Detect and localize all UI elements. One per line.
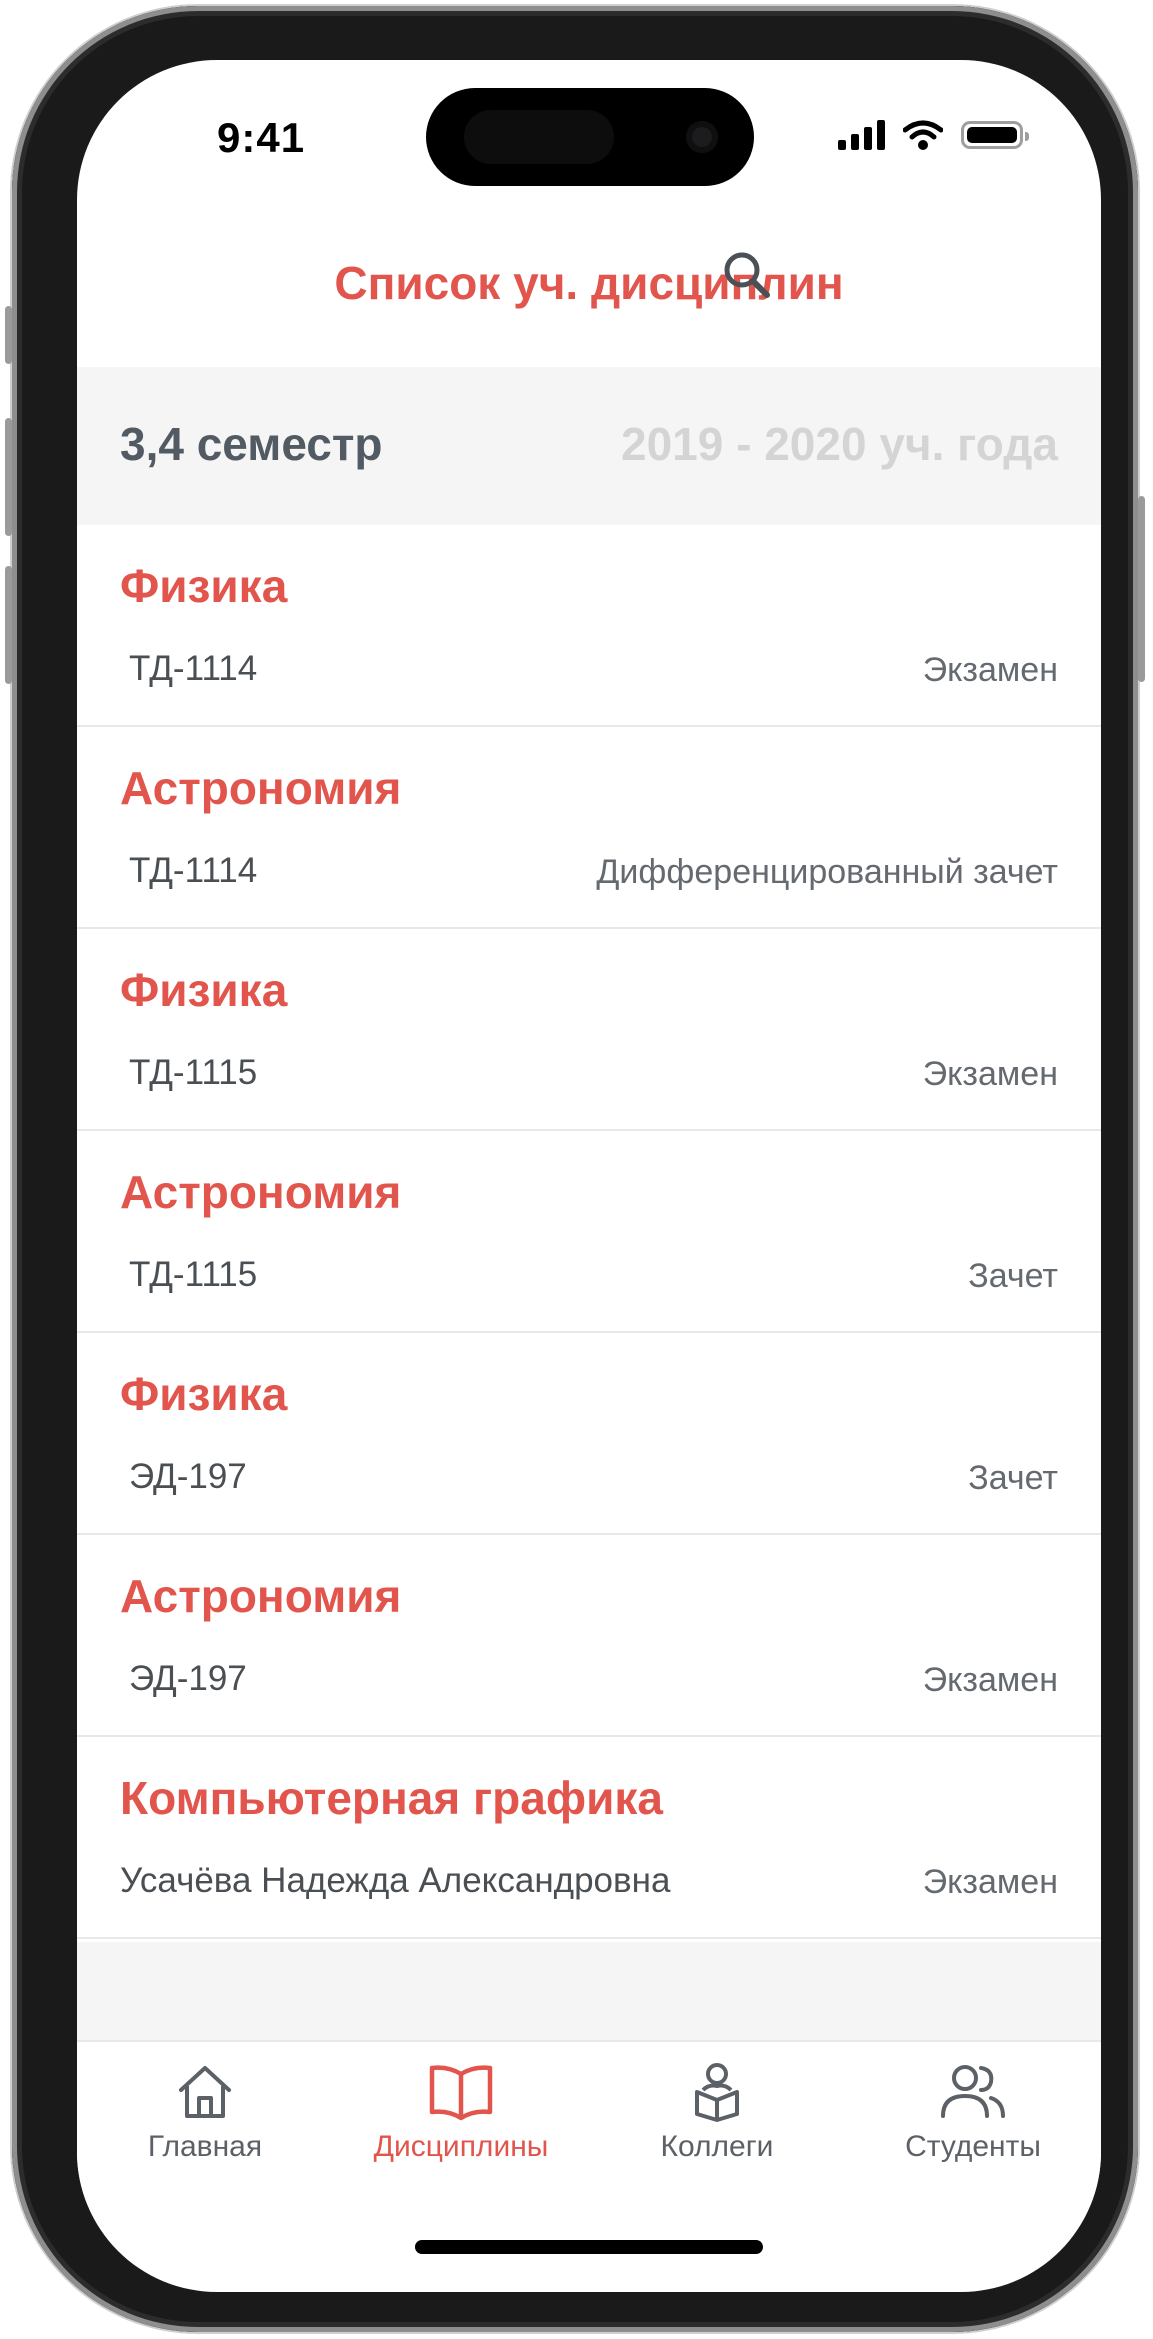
assessment-type: Экзамен xyxy=(922,651,1058,689)
signal-icon xyxy=(838,120,885,150)
book-icon xyxy=(429,2065,493,2121)
tab-bar: Главная Дисциплины Коллеги Студенты xyxy=(77,2044,1101,2204)
group-label: ЭД-197 xyxy=(129,1659,247,1698)
search-icon xyxy=(724,252,770,298)
phone-frame: 9:41 Список уч. дисциплин 3,4 семестр 20… xyxy=(5,6,1145,2332)
camera-icon xyxy=(686,121,718,153)
discipline-title: Астрономия xyxy=(120,1570,402,1622)
home-indicator[interactable] xyxy=(415,2240,763,2254)
tab-label: Студенты xyxy=(905,2130,1041,2163)
group-label: ЭД-197 xyxy=(129,1457,247,1496)
assessment-type: Экзамен xyxy=(922,1661,1058,1699)
assessment-type: Зачет xyxy=(968,1257,1058,1295)
tab-label: Коллеги xyxy=(660,2130,774,2163)
power-button xyxy=(1138,496,1145,682)
discipline-title: Астрономия xyxy=(120,762,402,814)
status-icons xyxy=(838,120,1029,150)
teacher-label: Усачёва Надежда Александровна xyxy=(120,1861,671,1900)
assessment-type: Дифференцированный зачет xyxy=(596,853,1058,891)
discipline-title: Физика xyxy=(120,1368,288,1420)
tab-label: Дисциплины xyxy=(373,2130,549,2163)
list-item[interactable]: Физика ТД-1115 Экзамен xyxy=(77,929,1101,1131)
list-item[interactable]: Физика ЭД-197 Зачет xyxy=(77,1333,1101,1535)
tab-disciplines[interactable]: Дисциплины xyxy=(333,2060,589,2164)
semester-bar: 3,4 семестр 2019 - 2020 уч. года xyxy=(77,367,1101,525)
disciplines-list: Физика ТД-1114 Экзамен Астрономия ТД-111… xyxy=(77,525,1101,1939)
list-item[interactable]: Физика ТД-1114 Экзамен xyxy=(77,525,1101,727)
group-label: ТД-1114 xyxy=(129,649,258,688)
tab-students[interactable]: Студенты xyxy=(845,2060,1101,2164)
dynamic-island xyxy=(426,88,754,186)
group-label: ТД-1115 xyxy=(129,1255,258,1294)
group-label: ТД-1115 xyxy=(129,1053,258,1092)
volume-up-button xyxy=(5,418,12,536)
list-empty-area xyxy=(77,1942,1101,2042)
list-item[interactable]: Астрономия ЭД-197 Экзамен xyxy=(77,1535,1101,1737)
volume-down-button xyxy=(5,566,12,684)
assessment-type: Экзамен xyxy=(922,1863,1058,1901)
app-screen: 9:41 Список уч. дисциплин 3,4 семестр 20… xyxy=(77,60,1101,2292)
silent-switch xyxy=(5,306,12,364)
list-item[interactable]: Астрономия ТД-1114 Дифференцированный за… xyxy=(77,727,1101,929)
assessment-type: Зачет xyxy=(968,1459,1058,1497)
tab-home[interactable]: Главная xyxy=(77,2060,333,2164)
discipline-title: Физика xyxy=(120,964,288,1016)
home-icon xyxy=(179,2066,231,2118)
discipline-title: Физика xyxy=(120,560,288,612)
wifi-icon xyxy=(903,120,943,150)
group-label: ТД-1114 xyxy=(129,851,258,890)
battery-icon xyxy=(961,121,1029,149)
tab-colleagues[interactable]: Коллеги xyxy=(589,2060,845,2164)
search-button[interactable] xyxy=(717,245,779,307)
discipline-title: Компьютерная графика xyxy=(120,1772,663,1824)
page-title: Список уч. дисциплин xyxy=(334,257,844,309)
status-time: 9:41 xyxy=(217,114,306,161)
semester-label: 3,4 семестр xyxy=(120,418,383,470)
list-item[interactable]: Компьютерная графика Усачёва Надежда Але… xyxy=(77,1737,1101,1939)
discipline-title: Астрономия xyxy=(120,1166,402,1218)
academic-year-label: 2019 - 2020 уч. года xyxy=(621,418,1058,470)
list-item[interactable]: Астрономия ТД-1115 Зачет xyxy=(77,1131,1101,1333)
reader-icon xyxy=(695,2063,739,2122)
tab-label: Главная xyxy=(147,2130,263,2163)
users-icon xyxy=(941,2065,1005,2118)
assessment-type: Экзамен xyxy=(922,1055,1058,1093)
